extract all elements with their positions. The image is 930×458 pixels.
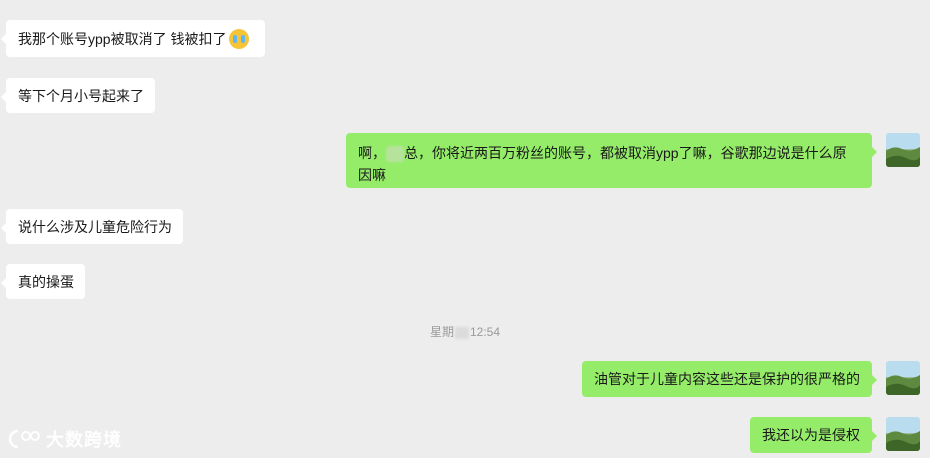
redacted-weekday (454, 326, 469, 339)
message-text-suffix: ，你将近两百万粉丝的账号，都被取消ypp了嘛，谷歌那边说是什么原因嘛 (358, 145, 847, 183)
message-bubble-outgoing[interactable]: 我还以为是侵权 (750, 417, 877, 453)
watermark-text: 大数跨境 (46, 430, 122, 450)
message-bubble-incoming[interactable]: 等下个月小号起来了 (1, 78, 155, 113)
timestamp-time: 12:54 (469, 325, 501, 339)
message-text-prefix: 啊， (358, 145, 386, 161)
message-text: 等下个月小号起来了 (18, 87, 144, 104)
message-bubble-incoming[interactable]: 说什么涉及儿童危险行为 (1, 209, 183, 244)
watermark: 大数跨境 (8, 426, 122, 452)
user-avatar[interactable] (886, 133, 920, 167)
message-text: 说什么涉及儿童危险行为 (18, 218, 172, 235)
timestamp-prefix: 星期 (429, 325, 454, 339)
message-text-redacted-char: 总 (404, 145, 418, 161)
message-text: 油管对于儿童内容这些还是保护的很严格的 (594, 371, 860, 387)
chat-area: 我那个账号ypp被取消了 钱被扣了 等下个月小号起来了 啊， 总，你将近两百万粉丝… (0, 0, 930, 458)
redacted-name (386, 146, 404, 163)
message-text: 我还以为是侵权 (762, 427, 860, 443)
message-bubble-incoming[interactable]: 真的操蛋 (1, 264, 85, 299)
message-text: 真的操蛋 (18, 273, 74, 290)
user-avatar[interactable] (886, 361, 920, 395)
message-bubble-outgoing[interactable]: 油管对于儿童内容这些还是保护的很严格的 (582, 361, 877, 397)
message-text: 我那个账号ypp被取消了 钱被扣了 (18, 30, 227, 47)
crying-face-icon (229, 28, 250, 49)
message-bubble-outgoing[interactable]: 啊， 总，你将近两百万粉丝的账号，都被取消ypp了嘛，谷歌那边说是什么原因嘛 (346, 133, 877, 188)
watermark-logo-icon (8, 429, 40, 449)
message-bubble-incoming[interactable]: 我那个账号ypp被取消了 钱被扣了 (1, 20, 265, 57)
user-avatar[interactable] (886, 417, 920, 451)
timestamp: 星期 12:54 (0, 322, 930, 342)
